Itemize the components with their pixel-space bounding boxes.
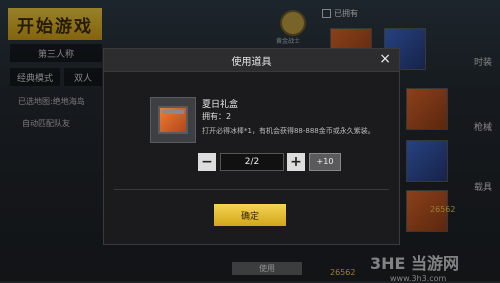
confirm-button[interactable]: 确定: [214, 204, 286, 226]
increase-quantity-button[interactable]: +: [287, 153, 305, 171]
item-description: 打开必得冰棒*1，有机会获得88-888金币或永久紫装。: [202, 127, 375, 135]
crate-icon: [158, 106, 188, 134]
item-thumbnail: [150, 97, 196, 143]
quantity-field[interactable]: 2/2: [220, 153, 284, 171]
divider: [114, 189, 389, 190]
close-icon[interactable]: ×: [379, 52, 391, 66]
use-item-dialog: 使用道具 × 夏日礼盒 拥有：2 打开必得冰棒*1，有机会获得88-888金币或…: [103, 48, 400, 245]
item-owned-count: 拥有：2: [202, 112, 232, 121]
dialog-header: 使用道具 ×: [104, 49, 399, 72]
dialog-title: 使用道具: [231, 56, 272, 68]
decrease-quantity-button[interactable]: −: [198, 153, 216, 171]
add-ten-button[interactable]: +10: [309, 153, 341, 171]
item-name: 夏日礼盒: [202, 100, 239, 110]
